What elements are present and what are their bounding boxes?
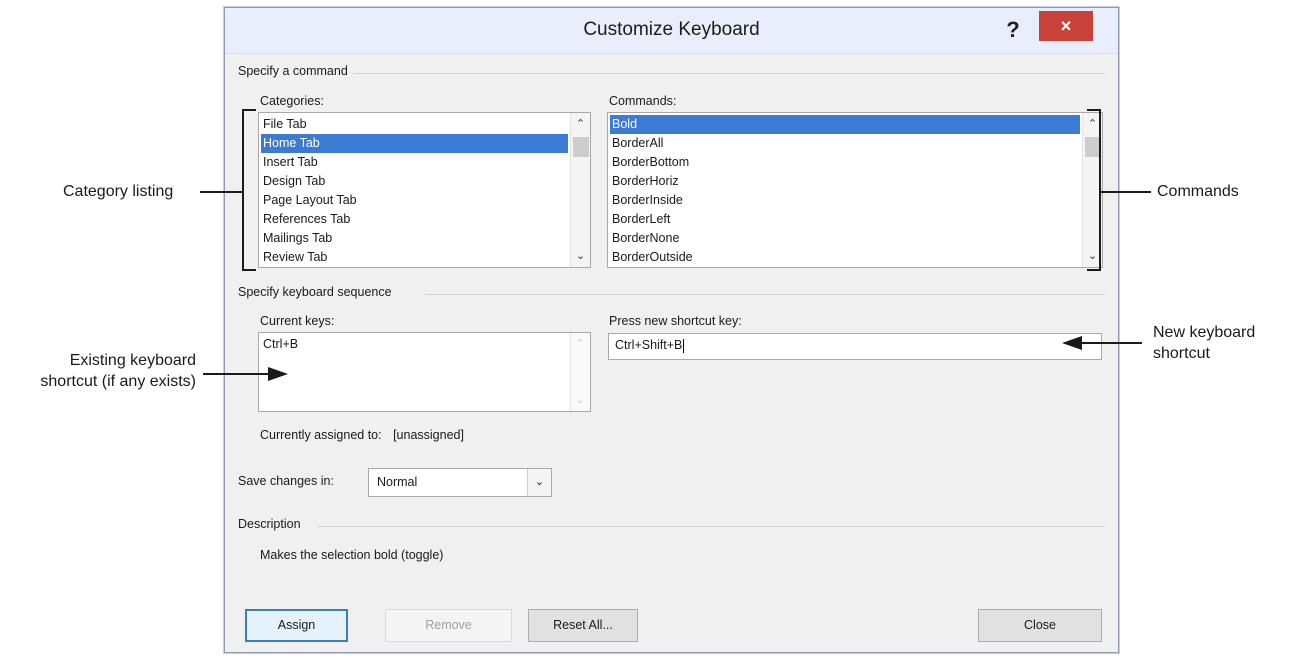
callout-arrows [203,336,1142,381]
arrow-new-shortcut [1062,336,1142,350]
arrow-existing-shortcut [203,367,288,381]
